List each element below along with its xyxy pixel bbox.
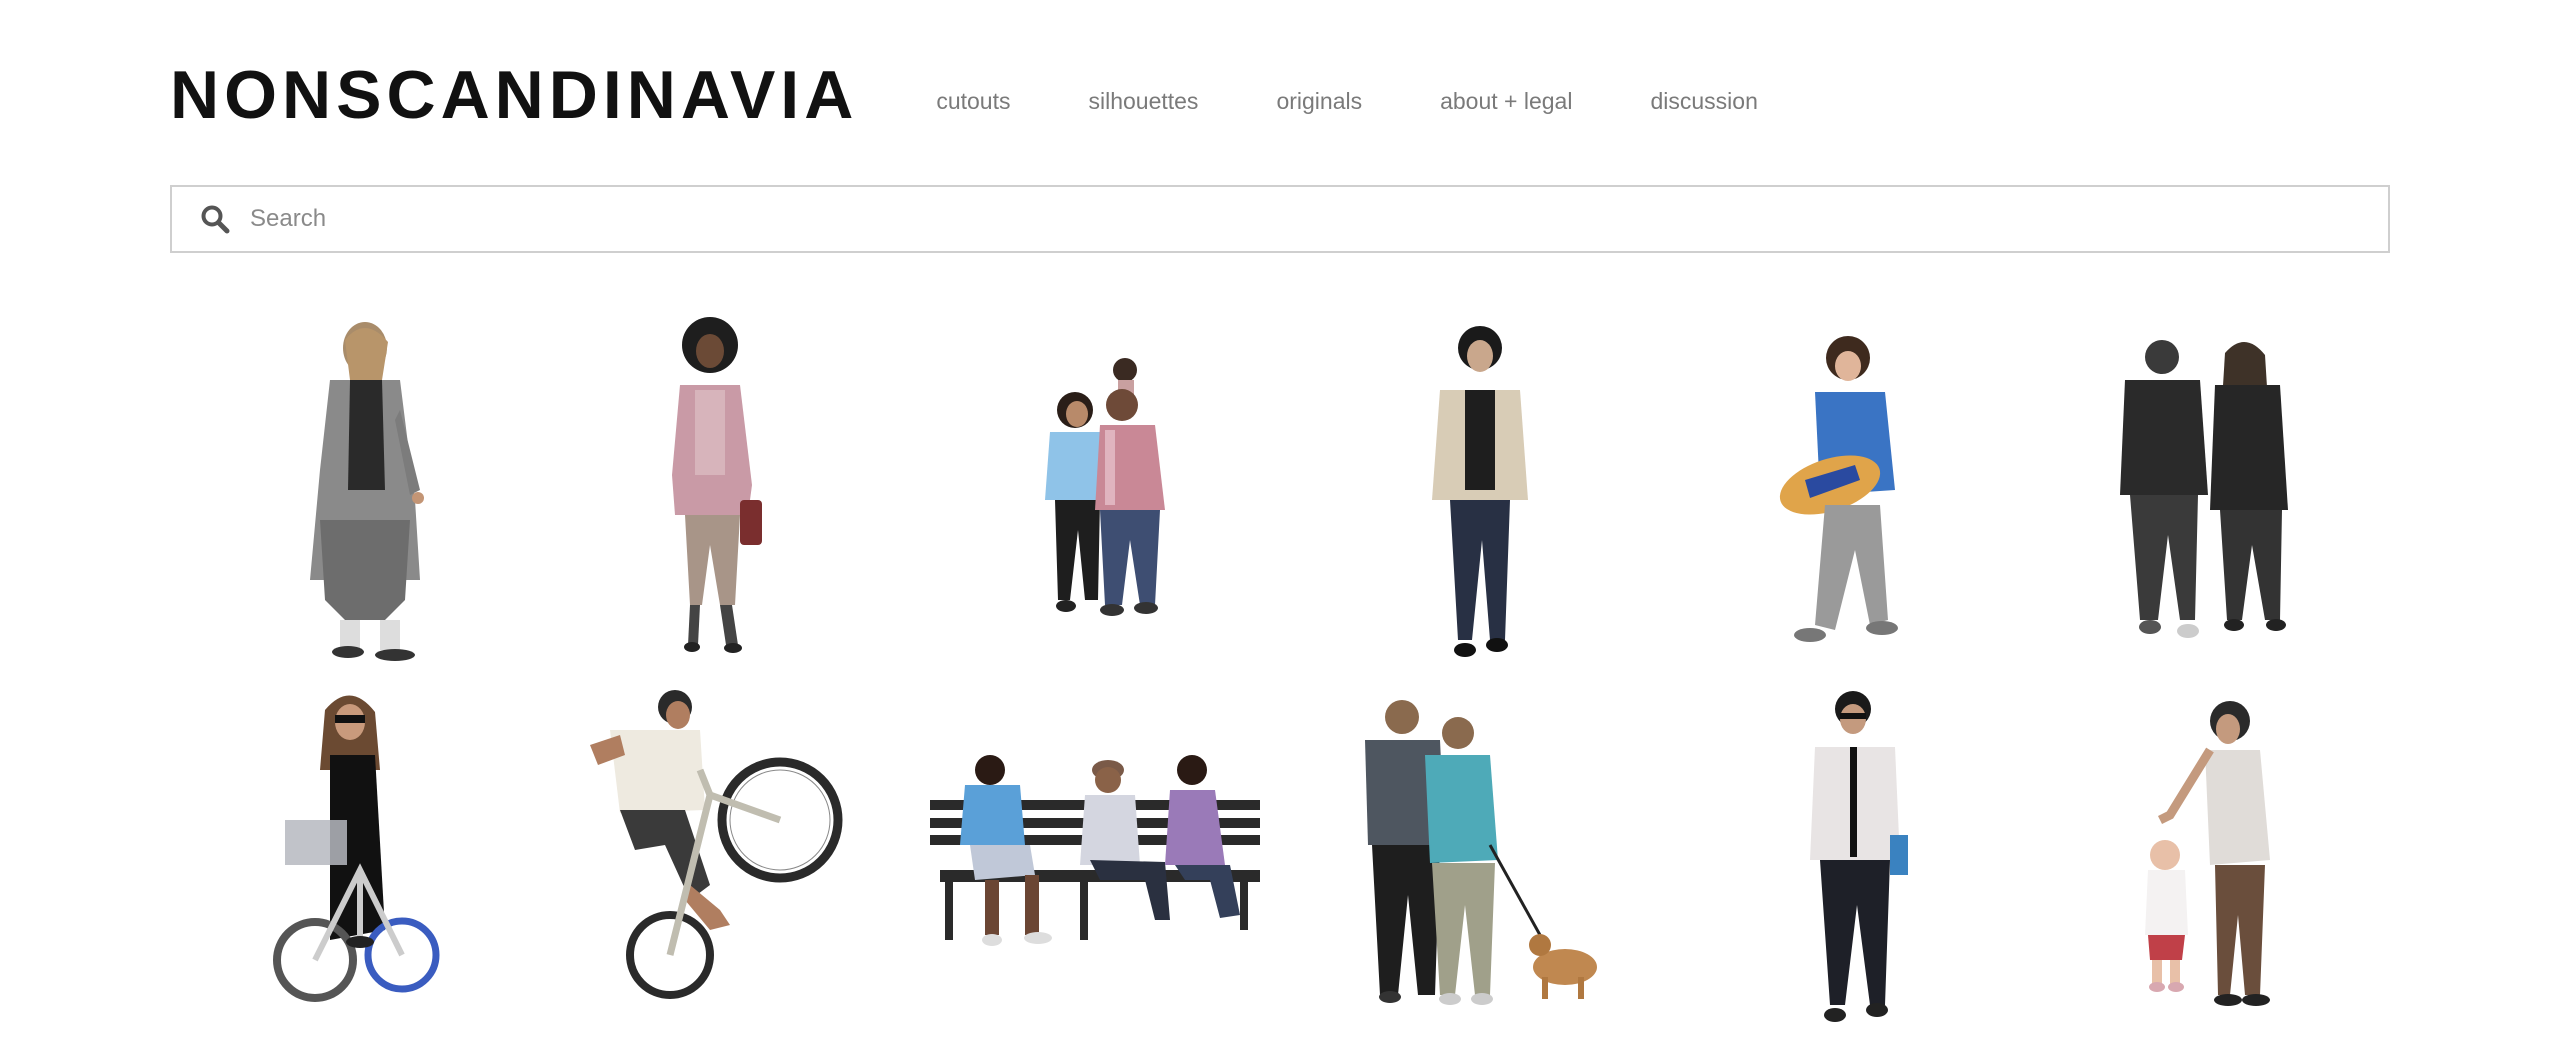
cutout-image: [2120, 340, 2288, 638]
gallery-item-11[interactable]: [1785, 685, 1925, 1030]
gallery-item-9[interactable]: [930, 750, 1270, 960]
gallery-item-12[interactable]: [2130, 695, 2290, 1015]
cutout-image: [930, 755, 1260, 946]
cutout-image: [273, 695, 440, 1002]
gallery-item-10[interactable]: [1340, 695, 1610, 1015]
search-icon: [201, 205, 230, 234]
cutout-image: [1045, 358, 1165, 616]
cutout-image: [1779, 336, 1898, 642]
cutout-image: [2145, 701, 2270, 1006]
search-bar: [170, 185, 2390, 253]
cutout-image: [1365, 700, 1597, 1005]
search-input[interactable]: [248, 186, 2388, 252]
nav-silhouettes[interactable]: silhouettes: [1088, 88, 1198, 115]
nav-discussion[interactable]: discussion: [1650, 88, 1757, 115]
cutout-image: [672, 317, 762, 653]
gallery-item-2[interactable]: [640, 315, 790, 655]
cutout-image: [1432, 326, 1528, 657]
site-header: NONSCANDINAVIA cutouts silhouettes origi…: [170, 52, 1836, 138]
cutout-image: [310, 322, 424, 661]
nav-originals[interactable]: originals: [1276, 88, 1362, 115]
cutout-image: [590, 690, 843, 999]
gallery-item-5[interactable]: [1760, 330, 1920, 650]
gallery-item-3[interactable]: [1030, 350, 1200, 630]
gallery-item-6[interactable]: [2100, 335, 2310, 645]
nav-about-legal[interactable]: about + legal: [1440, 88, 1572, 115]
nav-cutouts[interactable]: cutouts: [936, 88, 1010, 115]
site-logo[interactable]: NONSCANDINAVIA: [170, 61, 858, 129]
main-nav: cutouts silhouettes originals about + le…: [936, 88, 1836, 115]
gallery-item-4[interactable]: [1410, 320, 1550, 665]
gallery-item-7[interactable]: [273, 690, 440, 1020]
page: NONSCANDINAVIA cutouts silhouettes origi…: [0, 0, 2560, 1058]
gallery-item-1[interactable]: [270, 320, 450, 661]
cutout-image: [1810, 691, 1908, 1022]
gallery-item-8[interactable]: [590, 685, 850, 1015]
